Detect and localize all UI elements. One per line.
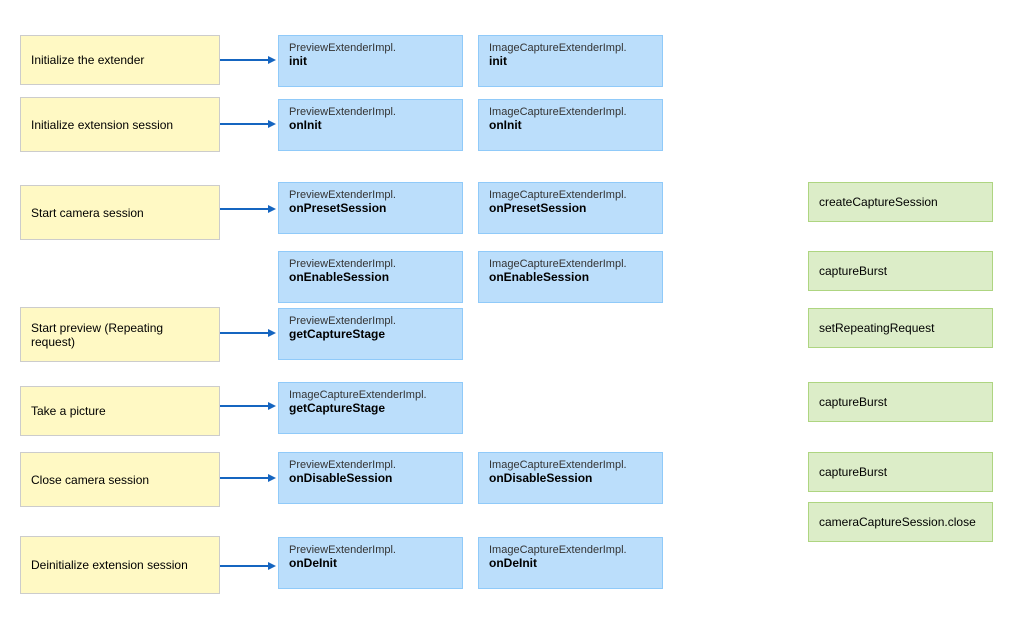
method-name: onPresetSession: [289, 201, 452, 215]
yellow-box-init-session: Initialize extension session: [20, 97, 220, 152]
method-class: PreviewExtenderImpl.: [289, 459, 452, 471]
method-name: init: [489, 54, 652, 68]
green-box-camera-capture-close: cameraCaptureSession.close: [808, 502, 993, 542]
method-class: PreviewExtenderImpl.: [289, 544, 452, 556]
blue-box-image-onenablesession: ImageCaptureExtenderImpl. onEnableSessio…: [478, 251, 663, 303]
green-box-create-capture-session: createCaptureSession: [808, 182, 993, 222]
method-class: PreviewExtenderImpl.: [289, 106, 452, 118]
blue-box-preview-getcapturestage: PreviewExtenderImpl. getCaptureStage: [278, 308, 463, 360]
blue-box-image-getcapturestage: ImageCaptureExtenderImpl. getCaptureStag…: [278, 382, 463, 434]
green-box-capture-burst-2: captureBurst: [808, 382, 993, 422]
blue-box-preview-ondeinit: PreviewExtenderImpl. onDeInit: [278, 537, 463, 589]
method-class: ImageCaptureExtenderImpl.: [489, 189, 652, 201]
method-class: PreviewExtenderImpl.: [289, 189, 452, 201]
yellow-box-deinit-session: Deinitialize extension session: [20, 536, 220, 594]
green-box-set-repeating-request: setRepeatingRequest: [808, 308, 993, 348]
method-class: ImageCaptureExtenderImpl.: [489, 106, 652, 118]
method-name: getCaptureStage: [289, 401, 452, 415]
method-class: PreviewExtenderImpl.: [289, 42, 452, 54]
yellow-box-start-camera: Start camera session: [20, 185, 220, 240]
blue-box-image-onpresetsession: ImageCaptureExtenderImpl. onPresetSessio…: [478, 182, 663, 234]
yellow-box-close-camera: Close camera session: [20, 452, 220, 507]
green-box-capture-burst-3: captureBurst: [808, 452, 993, 492]
blue-box-image-init: ImageCaptureExtenderImpl. init: [478, 35, 663, 87]
method-name: onEnableSession: [489, 270, 652, 284]
blue-box-image-ondeinit: ImageCaptureExtenderImpl. onDeInit: [478, 537, 663, 589]
blue-box-preview-onenablesession: PreviewExtenderImpl. onEnableSession: [278, 251, 463, 303]
blue-box-preview-init: PreviewExtenderImpl. init: [278, 35, 463, 87]
method-class: ImageCaptureExtenderImpl.: [489, 42, 652, 54]
method-name: onInit: [289, 118, 452, 132]
blue-box-image-oninit: ImageCaptureExtenderImpl. onInit: [478, 99, 663, 151]
method-class: PreviewExtenderImpl.: [289, 315, 452, 327]
yellow-box-start-preview: Start preview (Repeating request): [20, 307, 220, 362]
method-class: ImageCaptureExtenderImpl.: [489, 258, 652, 270]
method-class: ImageCaptureExtenderImpl.: [489, 459, 652, 471]
diagram-container: Initialize the extender Initialize exten…: [0, 0, 1011, 636]
method-name: init: [289, 54, 452, 68]
method-name: onPresetSession: [489, 201, 652, 215]
blue-box-preview-ondisablesession: PreviewExtenderImpl. onDisableSession: [278, 452, 463, 504]
blue-box-preview-oninit: PreviewExtenderImpl. onInit: [278, 99, 463, 151]
blue-box-image-ondisablesession: ImageCaptureExtenderImpl. onDisableSessi…: [478, 452, 663, 504]
method-name: onDeInit: [289, 556, 452, 570]
method-class: PreviewExtenderImpl.: [289, 258, 452, 270]
method-name: onDisableSession: [289, 471, 452, 485]
method-class: ImageCaptureExtenderImpl.: [289, 389, 452, 401]
yellow-box-init-extender: Initialize the extender: [20, 35, 220, 85]
method-name: onDeInit: [489, 556, 652, 570]
yellow-box-take-picture: Take a picture: [20, 386, 220, 436]
method-name: onDisableSession: [489, 471, 652, 485]
blue-box-preview-onpresetsession: PreviewExtenderImpl. onPresetSession: [278, 182, 463, 234]
method-class: ImageCaptureExtenderImpl.: [489, 544, 652, 556]
method-name: getCaptureStage: [289, 327, 452, 341]
method-name: onInit: [489, 118, 652, 132]
green-box-capture-burst-1: captureBurst: [808, 251, 993, 291]
method-name: onEnableSession: [289, 270, 452, 284]
